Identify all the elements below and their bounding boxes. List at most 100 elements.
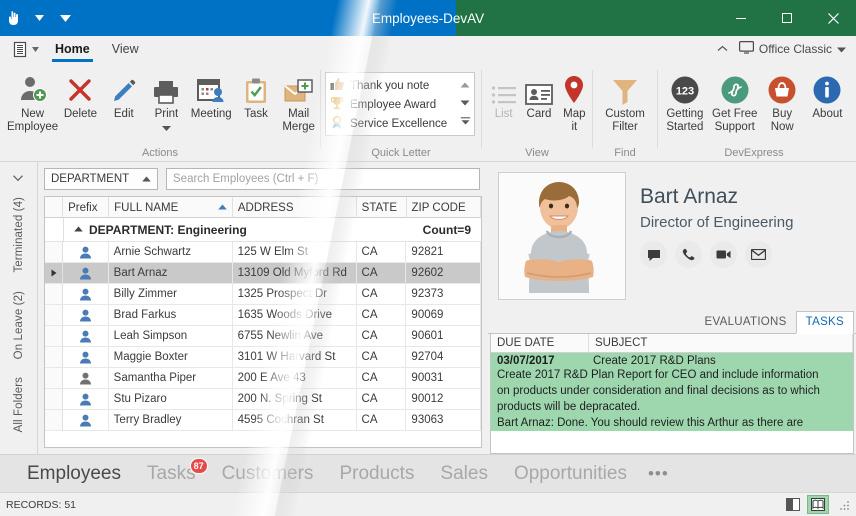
- gallery-item-service-excellence[interactable]: Service Excellence: [330, 114, 456, 133]
- ribbon-group-quick-letter-title: Quick Letter: [321, 145, 481, 162]
- nav-item-employees[interactable]: Employees: [14, 462, 134, 486]
- task-button[interactable]: Task: [235, 69, 278, 121]
- meeting-button[interactable]: Meeting: [188, 69, 235, 121]
- gallery-scroll-up-icon[interactable]: [460, 81, 470, 90]
- phone-icon[interactable]: [675, 241, 702, 268]
- column-header-address[interactable]: ADDRESS: [233, 197, 357, 218]
- table-row[interactable]: Terry Bradley 4595 Cochran St CA 93063: [45, 410, 481, 431]
- sidebar-expand-icon[interactable]: [9, 175, 29, 182]
- gallery-item-employee-award[interactable]: Employee Award: [330, 95, 456, 114]
- maximize-button[interactable]: [764, 0, 810, 36]
- close-button[interactable]: [810, 0, 856, 36]
- cell-state: CA: [357, 368, 407, 388]
- nav-item-products[interactable]: Products: [326, 462, 427, 486]
- resize-grip-icon[interactable]: [838, 499, 850, 511]
- support-icon: [720, 71, 750, 105]
- gallery-expand-icon[interactable]: [460, 117, 471, 127]
- quick-letter-gallery[interactable]: Thank you note Emplo: [325, 72, 475, 136]
- column-header-subject[interactable]: SUBJECT: [589, 334, 853, 352]
- new-employee-button[interactable]: New Employee: [6, 69, 59, 133]
- row-indicator-cell: [45, 389, 63, 409]
- row-indicator-cell: [45, 263, 63, 283]
- table-row[interactable]: Maggie Boxter 3101 W Harvard St CA 92704: [45, 347, 481, 368]
- tab-evaluations[interactable]: EVALUATIONS: [696, 312, 796, 333]
- get-free-support-button[interactable]: Get Free Support: [710, 69, 760, 133]
- list-view-button[interactable]: List: [486, 69, 521, 121]
- gallery-item-thank-you-note[interactable]: Thank you note: [330, 76, 456, 95]
- meeting-icon: [196, 71, 226, 105]
- table-row[interactable]: Stu Pizaro 200 N. Spring St CA 90012: [45, 389, 481, 410]
- tab-tasks[interactable]: TASKS: [796, 311, 854, 334]
- column-header-due-date[interactable]: DUE DATE: [491, 334, 589, 352]
- grid-group-row[interactable]: DEPARTMENT: Engineering Count=9: [45, 218, 481, 242]
- hand-pointer-icon[interactable]: [0, 3, 26, 33]
- gallery-scroll-controls[interactable]: [456, 73, 474, 135]
- split-view-icon[interactable]: [782, 495, 804, 514]
- search-employees-field[interactable]: Search Employees (Ctrl + F): [166, 168, 480, 190]
- person-icon: [63, 368, 109, 388]
- employee-photo: [498, 172, 626, 300]
- getting-started-button[interactable]: 123 Getting Started: [660, 69, 710, 133]
- print-button[interactable]: Print: [145, 69, 188, 132]
- column-header-prefix[interactable]: Prefix: [63, 197, 109, 218]
- nav-item-sales[interactable]: Sales: [427, 462, 501, 486]
- column-header-zip-code[interactable]: ZIP CODE: [407, 197, 481, 218]
- window-controls: [718, 0, 856, 36]
- map-it-button[interactable]: Map it: [557, 69, 592, 133]
- department-filter-button[interactable]: DEPARTMENT: [44, 168, 158, 190]
- table-row[interactable]: Arnie Schwartz 125 W Elm St CA 92821: [45, 242, 481, 263]
- nav-item-tasks[interactable]: Tasks 87: [134, 462, 209, 486]
- video-icon[interactable]: [710, 241, 737, 268]
- print-dropdown-icon[interactable]: [162, 125, 171, 132]
- chevron-down-icon[interactable]: [837, 42, 846, 56]
- tasks-table[interactable]: DUE DATE SUBJECT 03/07/2017 Create 2017 …: [490, 334, 854, 454]
- table-row[interactable]: Samantha Piper 200 E Ave 43 CA 90031: [45, 368, 481, 389]
- tab-home[interactable]: Home: [44, 36, 101, 62]
- nav-overflow-icon[interactable]: •••: [640, 467, 677, 481]
- table-row[interactable]: Leah Simpson 6755 Newlin Ave CA 90601: [45, 326, 481, 347]
- nav-item-opportunities[interactable]: Opportunities: [501, 462, 640, 486]
- employee-data-grid[interactable]: Prefix FULL NAME ADDRESS STATE: [44, 196, 482, 448]
- cell-full-name: Arnie Schwartz: [109, 242, 233, 262]
- group-collapse-icon[interactable]: [74, 225, 83, 234]
- email-icon[interactable]: [745, 241, 772, 268]
- cell-state: CA: [357, 326, 407, 346]
- card-view-button[interactable]: Card: [521, 69, 556, 121]
- svg-text:123: 123: [676, 86, 694, 98]
- task-summary: 03/07/2017 Create 2017 R&D Plans: [497, 355, 847, 367]
- application-menu-icon[interactable]: [8, 36, 44, 62]
- cell-full-name: Stu Pizaro: [109, 389, 233, 409]
- cell-state: CA: [357, 242, 407, 262]
- sidebar-item-terminated[interactable]: Terminated (4): [13, 188, 25, 282]
- task-label: Task: [244, 108, 268, 121]
- quick-access-dropdown-2[interactable]: [52, 3, 78, 33]
- table-row[interactable]: Bart Arnaz 13109 Old Myford Rd CA 92602: [45, 263, 481, 284]
- mail-merge-button[interactable]: Mail Merge: [277, 69, 320, 133]
- tab-view[interactable]: View: [101, 36, 150, 62]
- about-button[interactable]: About: [805, 69, 850, 121]
- buy-now-button[interactable]: Buy Now: [760, 69, 805, 133]
- collapse-ribbon-icon[interactable]: [711, 44, 734, 55]
- window-title-document: Employees: [372, 11, 439, 26]
- table-row[interactable]: Brad Farkus 1635 Woods Drive CA 90069: [45, 305, 481, 326]
- custom-filter-button[interactable]: Custom Filter: [593, 69, 657, 133]
- sidebar-item-all-folders[interactable]: All Folders: [13, 368, 25, 441]
- theme-selector[interactable]: Office Classic: [739, 41, 850, 57]
- ribbon-group-view: List Card: [482, 62, 592, 162]
- column-header-state[interactable]: STATE: [357, 197, 407, 218]
- gallery-scroll-down-icon[interactable]: [460, 99, 470, 108]
- nav-item-customers[interactable]: Customers: [209, 462, 327, 486]
- table-row[interactable]: Billy Zimmer 1325 Prospect Dr CA 92373: [45, 284, 481, 305]
- delete-button[interactable]: Delete: [59, 69, 102, 121]
- cell-full-name: Terry Bradley: [109, 410, 233, 430]
- chat-icon[interactable]: [640, 241, 667, 268]
- sidebar-item-on-leave[interactable]: On Leave (2): [13, 282, 25, 368]
- card-view-icon[interactable]: [807, 495, 829, 514]
- edit-button[interactable]: Edit: [102, 69, 145, 121]
- ribbon-tab-bar: Home View Office Classic: [0, 36, 856, 62]
- chevron-up-icon: [142, 174, 151, 184]
- minimize-button[interactable]: [718, 0, 764, 36]
- quick-access-dropdown-1[interactable]: [26, 3, 52, 33]
- task-row[interactable]: 03/07/2017 Create 2017 R&D Plans Create …: [491, 353, 853, 431]
- column-header-full-name[interactable]: FULL NAME: [109, 197, 233, 218]
